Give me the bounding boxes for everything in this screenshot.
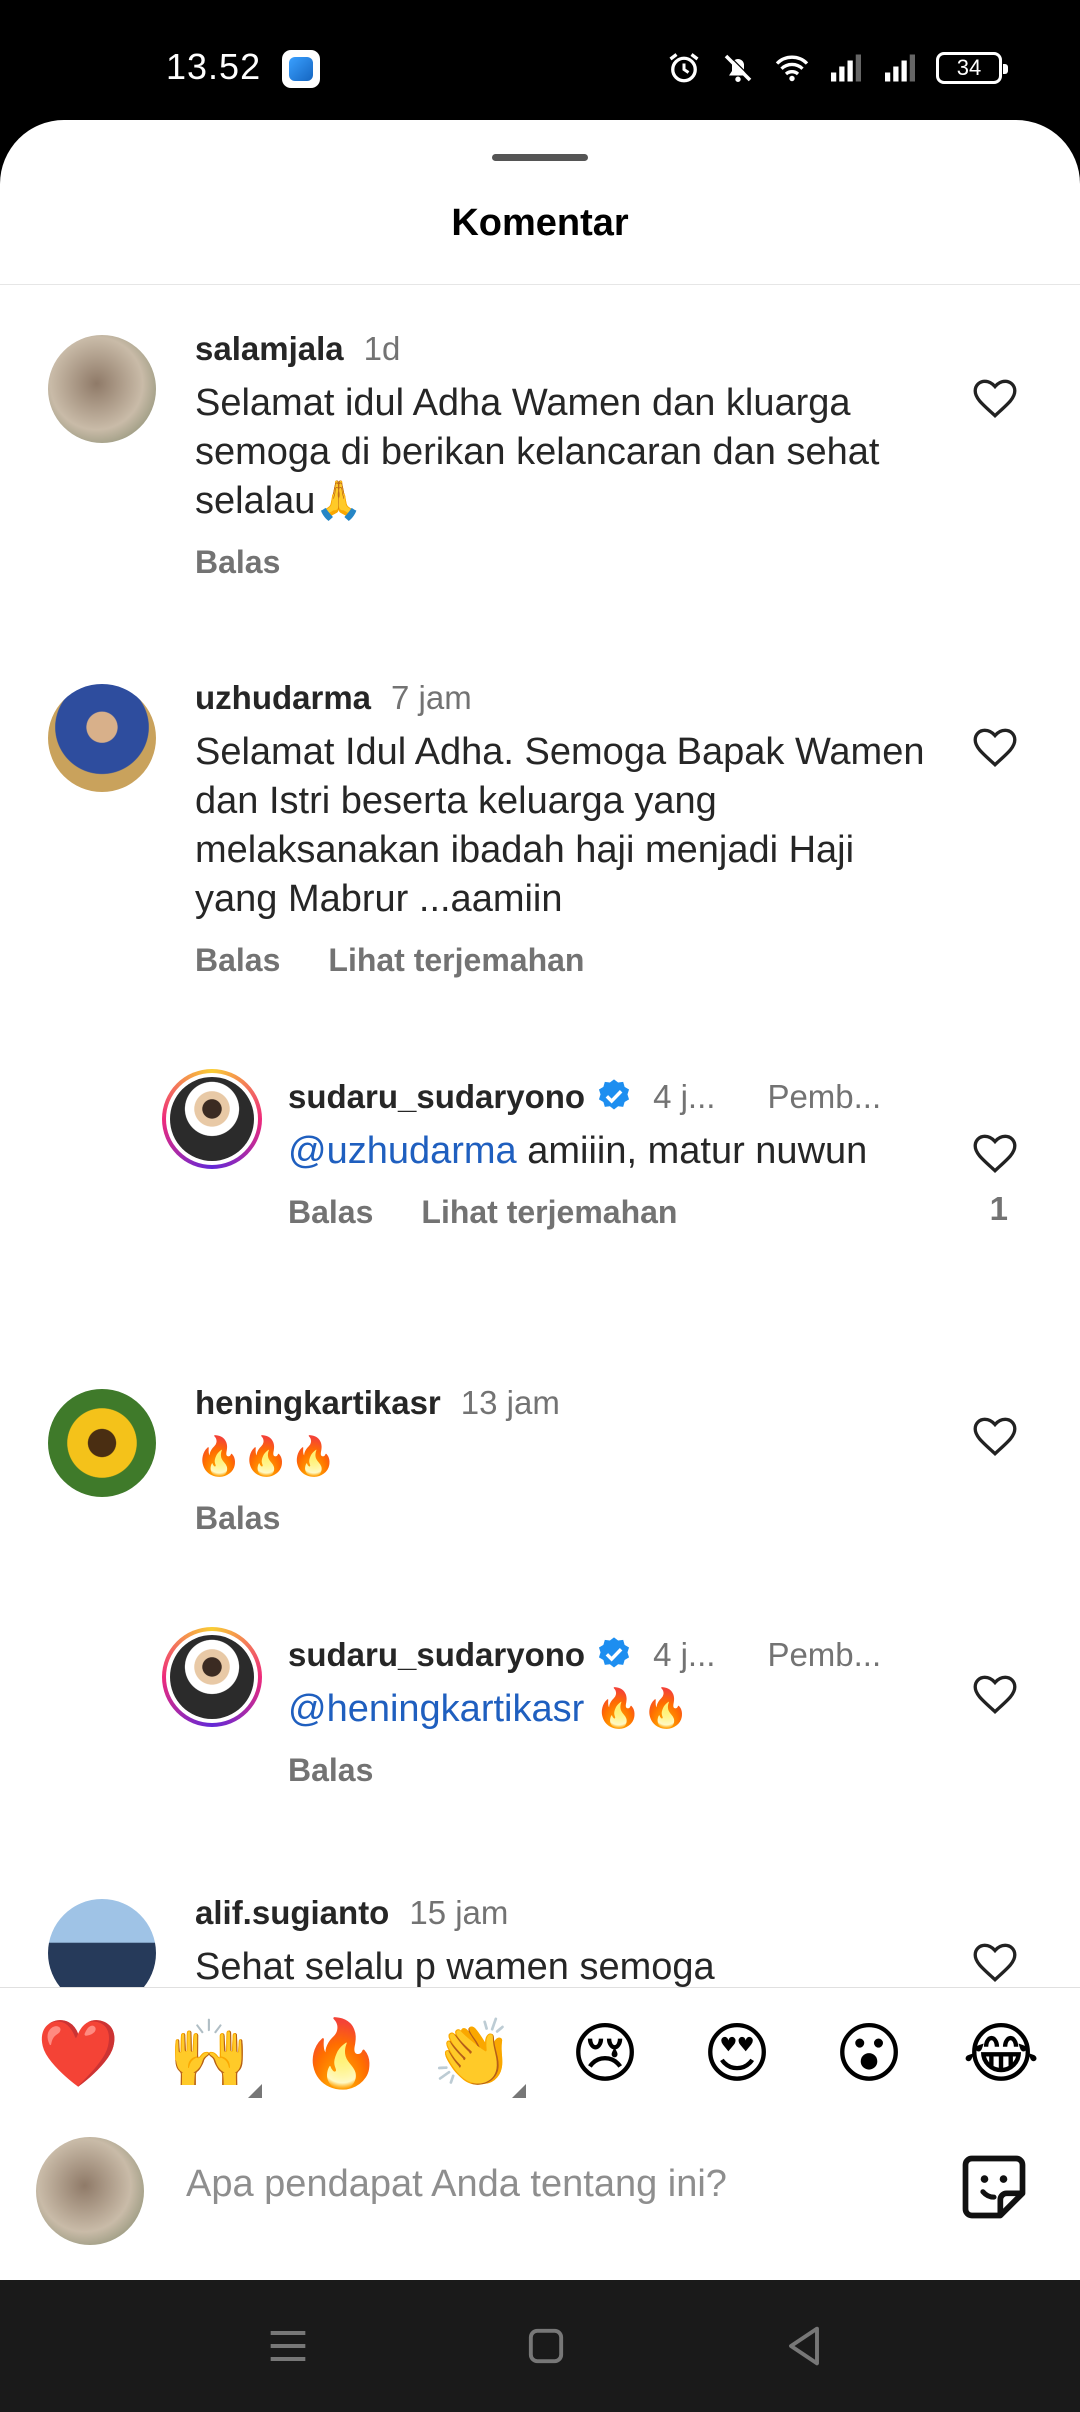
comment-text: amiiin, matur nuwun bbox=[516, 1130, 868, 1172]
pinned-label: Pemb... bbox=[767, 1078, 882, 1115]
mention-link[interactable]: @uzhudarma bbox=[288, 1130, 517, 1172]
reply-button[interactable]: Balas bbox=[195, 1500, 280, 1536]
signal-icon bbox=[831, 54, 861, 82]
comment-composer: Apa pendapat Anda tentang ini? bbox=[0, 2111, 1080, 2280]
heart-icon[interactable] bbox=[970, 1128, 1020, 1178]
status-icons: 34 bbox=[666, 48, 1008, 88]
comments-sheet: Komentar salamjala 1d Selamat idul Adha W… bbox=[0, 120, 1080, 2280]
avatar bbox=[170, 1635, 254, 1719]
status-bar: 13.52 34 bbox=[0, 0, 1080, 120]
avatar[interactable] bbox=[48, 1389, 156, 1497]
avatar bbox=[170, 1077, 254, 1161]
like-count: 1 bbox=[989, 1190, 1008, 1227]
emoji-laughing-button[interactable]: 😂 bbox=[961, 2014, 1041, 2094]
heart-icon[interactable] bbox=[970, 1411, 1020, 1461]
current-user-avatar bbox=[36, 2137, 144, 2245]
skin-tone-indicator-icon bbox=[248, 2084, 262, 2098]
see-translation-button[interactable]: Lihat terjemahan bbox=[421, 1194, 677, 1230]
comment-username[interactable]: sudaru_sudaryono bbox=[288, 1636, 585, 1673]
reply-button[interactable]: Balas bbox=[288, 1752, 373, 1788]
skin-tone-indicator-icon bbox=[512, 2084, 526, 2098]
verified-badge-icon bbox=[599, 1637, 630, 1668]
emoji-clapping-button[interactable]: 👏 bbox=[432, 2014, 514, 2094]
emoji-heart-button[interactable]: ❤️ bbox=[37, 2014, 119, 2094]
comment-time: 13 jam bbox=[460, 1384, 560, 1421]
navigation-bar bbox=[0, 2280, 1080, 2412]
comment-username[interactable]: uzhudarma bbox=[195, 679, 371, 716]
heart-icon[interactable] bbox=[970, 722, 1020, 772]
comment-text: Selamat idul Adha Wamen dan kluarga semo… bbox=[195, 382, 880, 522]
comment-text: Sehat selalu p wamen semoga bbox=[195, 1946, 715, 1988]
menu-icon[interactable] bbox=[262, 2320, 314, 2372]
verified-badge-icon bbox=[599, 1079, 630, 1110]
app-notification-icon bbox=[282, 50, 320, 88]
comment-username[interactable]: salamjala bbox=[195, 330, 344, 367]
comment-time: 15 jam bbox=[409, 1894, 509, 1931]
status-time: 13.52 bbox=[166, 46, 262, 87]
avatar[interactable] bbox=[48, 335, 156, 443]
comment-list[interactable]: salamjala 1d Selamat idul Adha Wamen dan … bbox=[0, 285, 1080, 2107]
reply-button[interactable]: Balas bbox=[288, 1194, 373, 1230]
emoji-crying-button[interactable]: 😢 bbox=[565, 2014, 645, 2094]
reply-button[interactable]: Balas bbox=[195, 942, 280, 978]
alarm-icon bbox=[669, 53, 699, 83]
avatar-story-ring[interactable] bbox=[162, 1627, 262, 1727]
comment-time: 7 jam bbox=[391, 679, 472, 716]
comment-time: 4 j... bbox=[653, 1636, 716, 1673]
emoji-raising-hands-button[interactable]: 🙌 bbox=[168, 2014, 250, 2094]
reply-item: sudaru_sudaryono 4 j... Pemb... @heningkar… bbox=[0, 1591, 1080, 1841]
sheet-title: Komentar bbox=[451, 202, 629, 244]
reply-item: sudaru_sudaryono 4 j... Pemb... @uzhudarma… bbox=[0, 1033, 1080, 1333]
wifi-icon bbox=[775, 55, 809, 82]
comment-username[interactable]: sudaru_sudaryono bbox=[288, 1078, 585, 1115]
see-translation-button[interactable]: Lihat terjemahan bbox=[328, 942, 584, 978]
comment-username[interactable]: alif.sugianto bbox=[195, 1894, 389, 1931]
comment-item: heningkartikasr 13 jam 🔥🔥🔥 Balas bbox=[0, 1339, 1080, 1589]
mute-icon bbox=[724, 53, 753, 82]
pinned-label: Pemb... bbox=[767, 1636, 882, 1673]
comment-item: salamjala 1d Selamat idul Adha Wamen dan … bbox=[0, 285, 1080, 625]
comment-input[interactable]: Apa pendapat Anda tentang ini? bbox=[186, 2163, 727, 2206]
comment-time: 4 j... bbox=[653, 1078, 716, 1115]
drag-handle[interactable] bbox=[492, 154, 588, 161]
comment-item: uzhudarma 7 jam Selamat Idul Adha. Semoga… bbox=[0, 634, 1080, 1014]
emoji-reaction-bar: ❤️ 🙌 🔥 👏 😢 😍 😮 😂 bbox=[0, 1987, 1080, 2111]
back-icon[interactable] bbox=[778, 2320, 830, 2372]
heart-icon[interactable] bbox=[970, 373, 1020, 423]
emoji-surprised-button[interactable]: 😮 bbox=[829, 2014, 909, 2094]
emoji-fire-button[interactable]: 🔥 bbox=[300, 2014, 382, 2094]
reply-button[interactable]: Balas bbox=[195, 544, 280, 580]
battery-icon: 34 bbox=[936, 52, 1008, 84]
sticker-icon[interactable] bbox=[956, 2149, 1032, 2225]
avatar[interactable] bbox=[48, 684, 156, 792]
heart-icon[interactable] bbox=[970, 1937, 1020, 1987]
comment-text: 🔥🔥 bbox=[584, 1688, 690, 1730]
emoji-heart-eyes-button[interactable]: 😍 bbox=[697, 2014, 777, 2094]
comment-text: 🔥🔥🔥 bbox=[195, 1436, 337, 1478]
heart-icon[interactable] bbox=[970, 1669, 1020, 1719]
signal-icon-2 bbox=[885, 54, 915, 82]
comment-text: Selamat Idul Adha. Semoga Bapak Wamen da… bbox=[195, 731, 925, 920]
avatar-story-ring[interactable] bbox=[162, 1069, 262, 1169]
comment-username[interactable]: heningkartikasr bbox=[195, 1384, 441, 1421]
home-icon[interactable] bbox=[520, 2320, 572, 2372]
comment-time: 1d bbox=[363, 330, 401, 367]
mention-link[interactable]: @heningkartikasr bbox=[288, 1688, 584, 1730]
